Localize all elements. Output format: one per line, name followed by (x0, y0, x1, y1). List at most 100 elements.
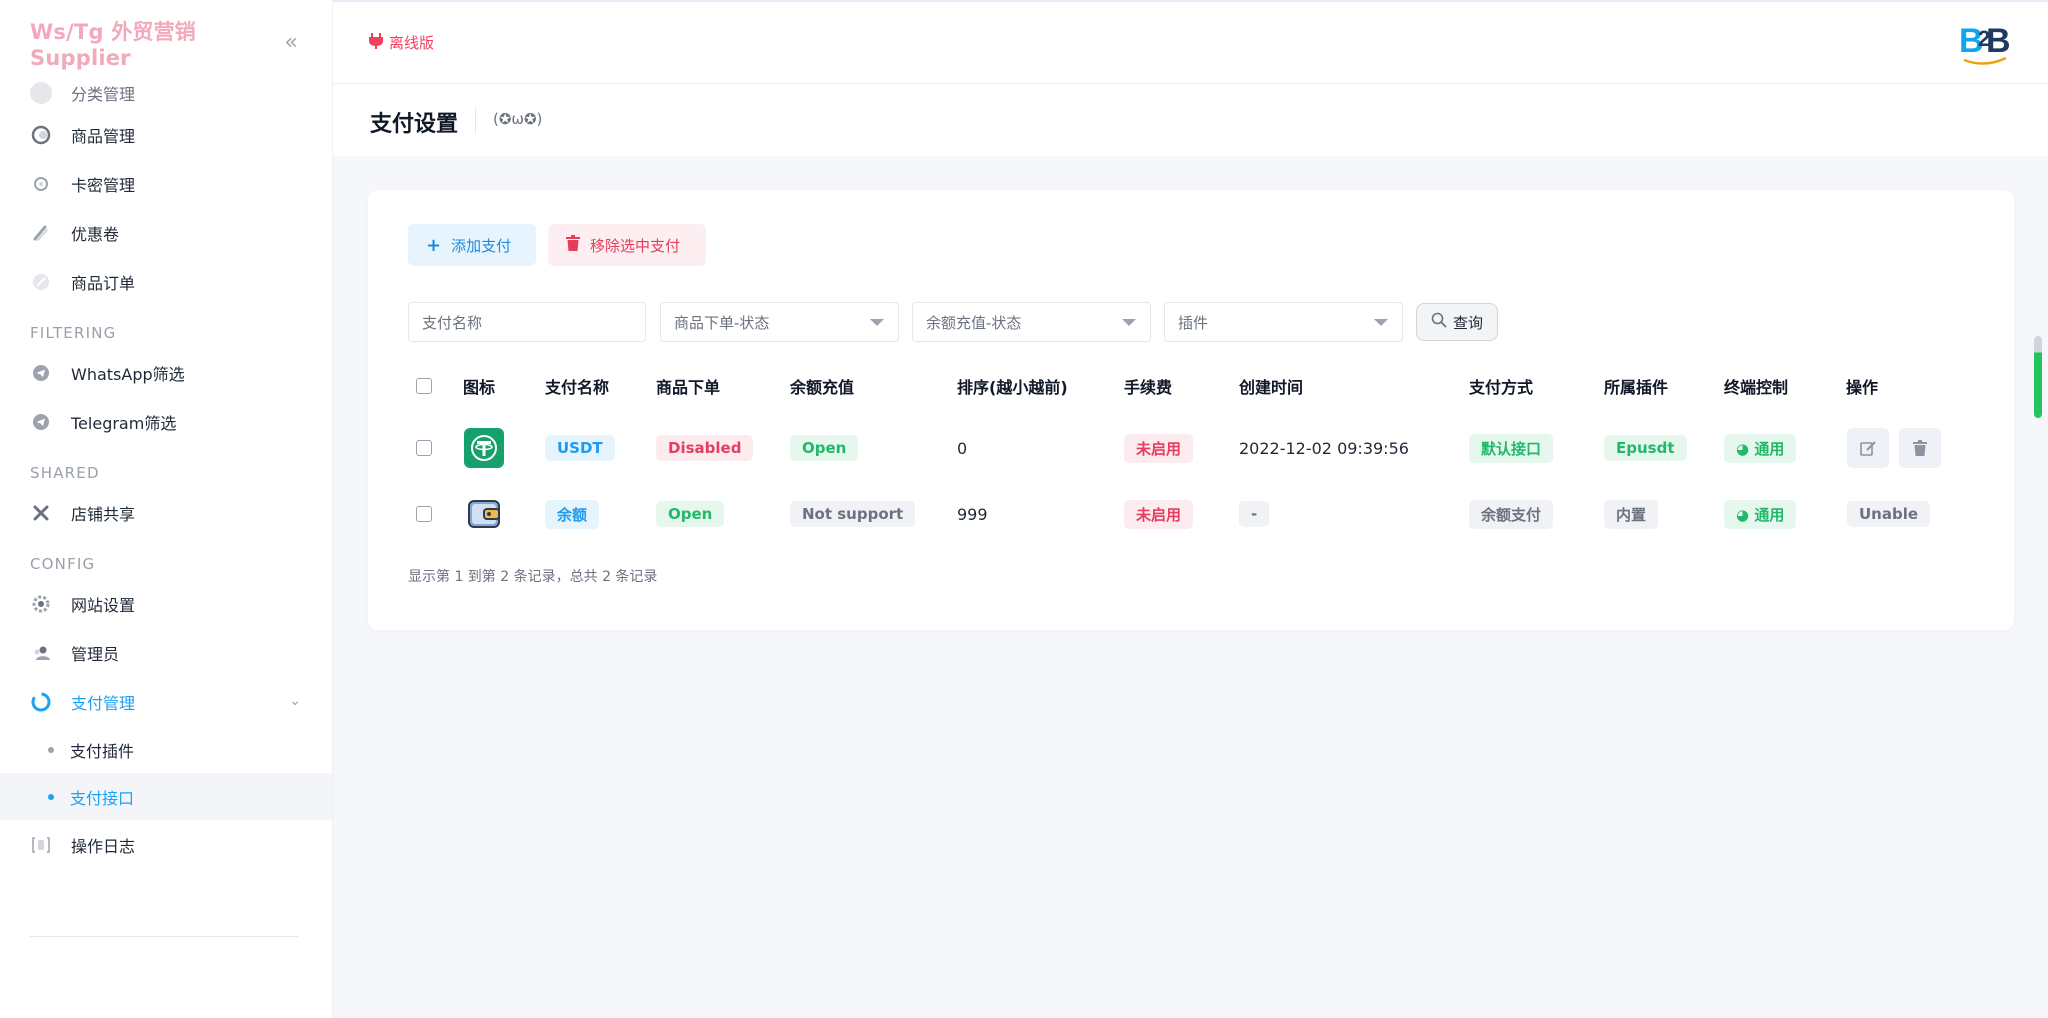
sidebar-item-telegram-filter[interactable]: Telegram筛选 (0, 397, 332, 446)
sidebar-item-label: 商品管理 (71, 126, 136, 146)
page-title-bar: 支付设置 (✪ω✪) (333, 84, 2048, 156)
sidebar-item-site-settings[interactable]: 网站设置 (0, 579, 332, 628)
sidebar-subitem-payment-plugins[interactable]: 支付插件 (0, 726, 332, 773)
telegram-icon (30, 411, 52, 433)
sidebar-item-label: 操作日志 (71, 836, 136, 856)
payment-name-input[interactable]: 支付名称 (408, 302, 646, 342)
bullet-icon (48, 747, 54, 753)
order-icon (30, 271, 52, 293)
col-header-name: 支付名称 (545, 378, 610, 397)
log-icon (30, 834, 52, 856)
section-config: CONFIG (30, 555, 96, 573)
edit-button[interactable] (1847, 428, 1889, 468)
coupon-icon (30, 222, 52, 244)
page-title: 支付设置 (370, 112, 459, 137)
offline-badge[interactable]: 离线版 (369, 32, 434, 53)
payment-list-card: + 添加支付 移除选中支付 支付名称 商品下单-状态 余额充值-状态 插件 查询… (368, 190, 2014, 630)
sidebar-item-label: WhatsApp筛选 (71, 364, 185, 384)
gear-icon (30, 593, 52, 615)
payment-name-placeholder: 支付名称 (422, 313, 483, 332)
payment-name-tag: USDT (545, 435, 615, 461)
brand-title: Ws/Tg 外贸营销 Supplier (30, 20, 197, 70)
balance-status-value: 余额充值-状态 (926, 313, 1022, 332)
page-emote: (✪ω✪) (493, 110, 543, 128)
col-header-terminal: 终端控制 (1724, 378, 1789, 397)
sidebar-item-category[interactable]: 分类管理 (0, 76, 332, 110)
search-icon (1431, 312, 1447, 332)
query-button[interactable]: 查询 (1416, 303, 1498, 341)
sidebar-item-goods[interactable]: 商品管理 (0, 110, 332, 159)
collapse-sidebar-icon[interactable]: « (280, 31, 302, 55)
terminal-label: 通用 (1754, 439, 1785, 458)
dropdown-caret-icon (1122, 319, 1136, 326)
col-header-method: 支付方式 (1469, 378, 1534, 397)
sidebar-item-label: 店铺共享 (71, 504, 136, 524)
row-checkbox[interactable] (416, 481, 432, 547)
col-header-balance: 余额充值 (790, 378, 855, 397)
col-header-created: 创建时间 (1239, 378, 1304, 397)
plugin-tag: 内置 (1604, 499, 1659, 529)
dropdown-caret-icon (1374, 319, 1388, 326)
sidebar-item-card-keys[interactable]: 卡密管理 (0, 159, 332, 208)
payment-icon (30, 691, 52, 713)
dropdown-caret-icon (870, 319, 884, 326)
wallet-icon (464, 481, 504, 547)
section-filtering: FILTERING (30, 324, 117, 342)
fee-tag: 未启用 (1124, 499, 1194, 529)
scrollbar-thumb[interactable] (2034, 336, 2042, 418)
sidebar-subitem-label: 支付插件 (70, 741, 135, 761)
sidebar-item-label: 网站设置 (71, 595, 136, 615)
col-header-order: 商品下单 (656, 378, 721, 397)
order-status-tag: Disabled (656, 435, 754, 461)
offline-label: 离线版 (389, 34, 435, 52)
query-label: 查询 (1452, 313, 1483, 332)
add-payment-button[interactable]: + 添加支付 (408, 224, 536, 266)
plugin-select[interactable]: 插件 (1164, 302, 1403, 342)
sidebar-subitem-label: 支付接口 (70, 788, 135, 808)
sidebar-item-payment[interactable]: 支付管理 ⌄ (0, 677, 332, 726)
method-tag: 默认接口 (1469, 433, 1554, 463)
balance-status-select[interactable]: 余额充值-状态 (912, 302, 1151, 342)
goods-icon (30, 124, 52, 146)
col-header-actions: 操作 (1846, 378, 1879, 397)
sidebar-item-coupons[interactable]: 优惠卷 (0, 208, 332, 257)
sidebar-item-label: 卡密管理 (71, 175, 136, 195)
admin-icon (30, 642, 52, 664)
usdt-icon (464, 415, 504, 481)
trash-icon (1913, 440, 1927, 456)
sidebar-item-shop-share[interactable]: 店铺共享 (0, 488, 332, 537)
brand-logo[interactable]: B 2 B (1958, 16, 2012, 68)
sidebar-item-label: 分类管理 (71, 85, 136, 104)
sidebar-item-orders[interactable]: 商品订单 (0, 257, 332, 306)
balance-status-tag: Not support (790, 501, 916, 527)
globe-icon: ◕ (1736, 439, 1755, 458)
sidebar: Ws/Tg 外贸营销 Supplier « 分类管理 商品管理 卡密管理 优惠卷 (0, 0, 333, 1018)
row-checkbox[interactable] (416, 415, 432, 481)
plus-icon: + (426, 234, 442, 256)
bullet-icon (48, 794, 54, 800)
delete-button[interactable] (1899, 428, 1941, 468)
section-shared: SHARED (30, 464, 100, 482)
remove-selected-button[interactable]: 移除选中支付 (548, 224, 706, 266)
trash-icon (566, 234, 580, 256)
card-key-icon (30, 173, 52, 195)
top-header: 离线版 B 2 B (333, 2, 2048, 84)
order-status-select[interactable]: 商品下单-状态 (660, 302, 899, 342)
table-row: USDT Disabled Open 0 未启用 2022-12-02 09:3… (408, 415, 1998, 481)
sidebar-item-operation-logs[interactable]: 操作日志 (0, 820, 332, 869)
sidebar-item-admins[interactable]: 管理员 (0, 628, 332, 677)
order-status-tag: Open (656, 501, 725, 527)
pagination-info: 显示第 1 到第 2 条记录，总共 2 条记录 (408, 569, 658, 585)
share-icon (30, 502, 52, 524)
col-header-plugin: 所属插件 (1604, 378, 1669, 397)
checkbox-box (416, 506, 432, 522)
add-payment-label: 添加支付 (451, 236, 512, 255)
sidebar-item-whatsapp-filter[interactable]: WhatsApp筛选 (0, 348, 332, 397)
sidebar-subitem-payment-interfaces[interactable]: 支付接口 (0, 773, 332, 820)
sidebar-item-label: 商品订单 (71, 273, 136, 293)
row-actions (1847, 415, 1951, 481)
select-all-checkbox[interactable] (416, 368, 432, 404)
svg-text:B: B (1986, 22, 2011, 60)
method-tag: 余额支付 (1469, 499, 1554, 529)
sort-value: 0 (957, 438, 968, 458)
